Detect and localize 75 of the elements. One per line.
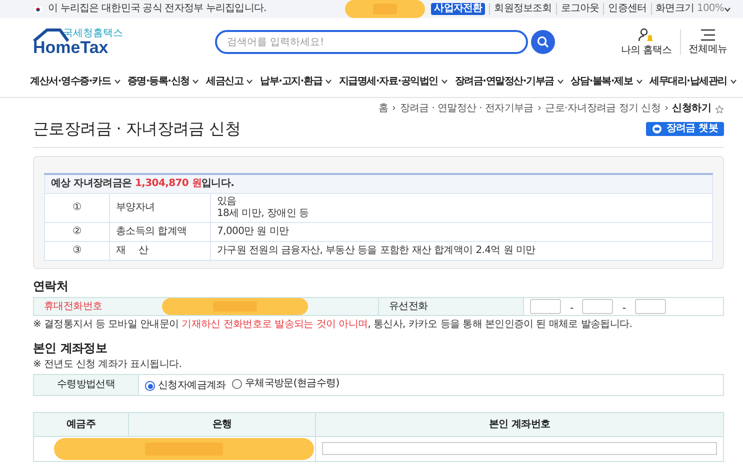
top-link[interactable]: 인증센터 — [603, 3, 651, 15]
nav-menu-item[interactable]: 상담·불복·제보 — [570, 76, 643, 88]
section-heading: 연락처 — [33, 279, 68, 294]
table-cell: 가구원 전원의 금융자산, 부동산 등을 포함한 재산 합계액이 2.4억 원 미만 — [210, 242, 712, 260]
chevron-down-icon — [114, 79, 121, 84]
table-cell: 총소득의 합계액 — [110, 222, 210, 242]
dash-separator: - — [570, 302, 574, 314]
hometax-logo[interactable]: 국세청홈택스 HomeTax — [33, 27, 123, 57]
breadcrumb-link[interactable]: 장려금 · 연말정산 · 전자기부금 — [400, 103, 534, 115]
nav-menu-item[interactable]: 납부·고지·환급 — [260, 76, 332, 88]
chatbot-icon — [652, 124, 662, 134]
notice-text: ※ 전년도 신청 계좌가 표시됩니다. — [33, 359, 182, 371]
chevron-down-icon — [636, 79, 643, 84]
table-cell: ② — [44, 222, 110, 242]
chatbot-button[interactable]: 장려금 챗봇 — [646, 122, 724, 136]
nav-menu-item[interactable]: 계산서·영수증·카드 — [30, 76, 121, 88]
business-switch-button[interactable]: 사업자전환 — [431, 3, 486, 15]
search-icon — [537, 36, 549, 48]
radio-label[interactable]: 신청자예금계좌 — [158, 380, 226, 392]
table-cell: 부양자녀 — [110, 194, 210, 222]
table-cell: 재 산 — [110, 242, 210, 260]
field-label: 수령방법선택 — [34, 374, 138, 396]
nav-menu-item[interactable]: 세무대리·납세관리 — [649, 76, 737, 88]
table-cell: ① — [44, 194, 110, 222]
logo-text: HomeTax — [33, 39, 108, 57]
my-hometax-button[interactable]: 나의 홈택스 — [616, 28, 676, 56]
gov-notice: 이 누리집은 대한민국 공식 전자정부 누리집입니다. — [48, 3, 266, 15]
breadcrumb-link[interactable]: 근로·자녀장려금 정기 신청 — [545, 103, 660, 115]
field-label: 휴대전화번호 — [44, 300, 102, 312]
search-field[interactable]: 검색어를 입력하세요! — [215, 30, 528, 54]
phone-field[interactable] — [582, 298, 614, 314]
all-menu-button[interactable]: 전체메뉴 — [684, 28, 731, 56]
breadcrumb-separator: › — [392, 103, 396, 115]
breadcrumb-separator: › — [664, 103, 668, 115]
breadcrumb-separator: › — [537, 103, 542, 115]
chevron-down-icon — [724, 6, 731, 12]
chevron-down-icon — [730, 79, 737, 84]
radio-button[interactable] — [145, 381, 155, 391]
account-number-field[interactable] — [322, 442, 717, 454]
star-outline-icon — [715, 104, 724, 114]
chevron-down-icon — [246, 79, 254, 84]
dash-separator: - — [622, 302, 626, 314]
search-button[interactable] — [531, 30, 555, 54]
page-title: 근로장려금 · 자녀장려금 신청 — [33, 119, 241, 139]
flag-icon — [33, 6, 43, 12]
column-header: 본인 계좌번호 — [316, 412, 724, 436]
phone-field[interactable] — [634, 298, 666, 314]
person-bell-icon — [638, 28, 654, 42]
column-header: 예금주 — [34, 412, 128, 436]
nav-menu-item[interactable]: 증명·등록·신청 — [127, 76, 200, 88]
top-link[interactable]: 회원정보조회 — [489, 3, 556, 15]
table-cell: 7,000만 원 미만 — [210, 222, 712, 242]
notice-text: ※ 결정통지서 등 모바일 안내문이 기재하신 전화번호로 발송되는 것이 아니며, 통신사, 카카오 등을 통해 본인인증이 된 매체로 발송됩니다. — [33, 319, 632, 331]
summary-text: 예상 자녀장려금은 1,304,870 원입니다. — [44, 174, 712, 194]
menu-icon — [700, 28, 715, 40]
chevron-down-icon — [441, 79, 448, 84]
phone-field[interactable] — [530, 298, 561, 314]
field-label: 유선전화 — [378, 298, 524, 316]
top-link[interactable]: 로그아웃 — [556, 3, 604, 15]
radio-button[interactable] — [232, 378, 242, 388]
chevron-down-icon — [325, 79, 332, 84]
nav-menu-item[interactable]: 장려금·연말정산·기부금 — [454, 76, 564, 88]
radio-label[interactable]: 우체국방문(현금수령) — [244, 378, 340, 390]
chevron-down-icon — [556, 79, 564, 84]
logo-subtitle: 국세청홈택스 — [63, 28, 123, 39]
breadcrumb-link[interactable]: 신청하기 — [672, 103, 711, 115]
breadcrumb-link[interactable]: 홈 — [378, 103, 388, 115]
table-cell: 있음 18세 미만, 장애인 등 — [210, 194, 712, 222]
nav-menu-item[interactable]: 세금신고 — [206, 76, 254, 88]
table-cell: ③ — [44, 242, 110, 260]
section-heading: 본인 계좌정보 — [33, 341, 108, 356]
chevron-down-icon — [192, 79, 200, 84]
zoom-label: 화면크기 — [656, 3, 694, 15]
nav-menu-item[interactable]: 지급명세·자료·공익법인 — [338, 76, 448, 88]
column-header: 은행 — [128, 412, 316, 436]
